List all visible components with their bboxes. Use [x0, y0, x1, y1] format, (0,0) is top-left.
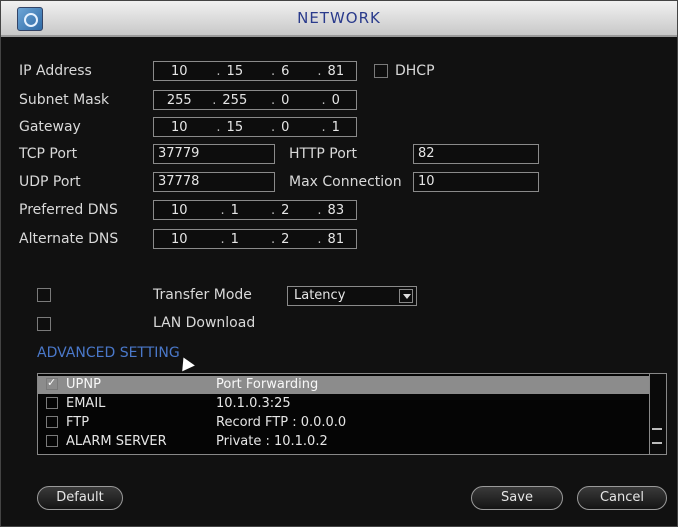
subnet-octet-4[interactable]: 0	[306, 93, 357, 108]
subnet-octet-1[interactable]: 255	[154, 93, 205, 108]
pdns-octet-3[interactable]: 2	[255, 203, 306, 218]
gateway-octet-1[interactable]: 10	[154, 120, 205, 135]
chevron-down-icon[interactable]	[399, 289, 413, 303]
row-value: Private : 10.1.0.2	[216, 434, 328, 449]
tcp-port-field[interactable]: 37779	[153, 144, 275, 164]
row-checkbox[interactable]	[46, 416, 58, 428]
adns-octet-1[interactable]: 10	[154, 232, 205, 247]
gateway-octet-2[interactable]: 15	[205, 120, 256, 135]
list-item[interactable]: UPNP Port Forwarding	[38, 376, 650, 394]
list-item[interactable]: FTP Record FTP : 0.0.0.0	[38, 414, 650, 432]
gateway-octet-3[interactable]: 0	[255, 120, 306, 135]
ip-octet-3[interactable]: 6	[255, 64, 306, 79]
ip-address-label: IP Address	[19, 63, 92, 79]
max-connection-field[interactable]: 10	[413, 172, 539, 192]
udp-port-field[interactable]: 37778	[153, 172, 275, 192]
http-port-label: HTTP Port	[289, 146, 358, 162]
row-checkbox[interactable]	[46, 397, 58, 409]
list-scrollbar[interactable]	[649, 374, 666, 454]
window-title: NETWORK	[297, 9, 381, 27]
adns-octet-3[interactable]: 2	[255, 232, 306, 247]
gateway-label: Gateway	[19, 119, 81, 135]
network-window: NETWORK IP Address 10 15 6 81 DHCP Subne…	[0, 0, 678, 527]
preferred-dns-field[interactable]: 10 1 2 83	[153, 200, 357, 220]
dhcp-label: DHCP	[395, 63, 435, 79]
transfer-mode-select[interactable]: Latency	[287, 286, 417, 306]
ip-octet-1[interactable]: 10	[154, 64, 205, 79]
alternate-dns-field[interactable]: 10 1 2 81	[153, 229, 357, 249]
row-value: Port Forwarding	[216, 377, 319, 392]
row-name: UPNP	[66, 377, 101, 392]
transfer-mode-value: Latency	[294, 288, 346, 303]
subnet-mask-field[interactable]: 255 255 0 0	[153, 90, 357, 110]
ip-address-field[interactable]: 10 15 6 81	[153, 61, 357, 81]
preferred-dns-label: Preferred DNS	[19, 202, 118, 218]
transfer-mode-label: Transfer Mode	[153, 287, 252, 303]
row-name: EMAIL	[66, 396, 106, 411]
ip-octet-2[interactable]: 15	[205, 64, 256, 79]
adns-octet-4[interactable]: 81	[306, 232, 357, 247]
gateway-field[interactable]: 10 15 0 1	[153, 117, 357, 137]
adns-octet-2[interactable]: 1	[205, 232, 256, 247]
cancel-button[interactable]: Cancel	[577, 486, 667, 510]
alternate-dns-label: Alternate DNS	[19, 231, 119, 247]
transfer-mode-checkbox[interactable]	[37, 288, 51, 302]
subnet-mask-label: Subnet Mask	[19, 92, 110, 108]
list-item[interactable]: ALARM SERVER Private : 10.1.0.2	[38, 433, 650, 451]
http-port-field[interactable]: 82	[413, 144, 539, 164]
row-value: 10.1.0.3:25	[216, 396, 291, 411]
lan-download-label: LAN Download	[153, 315, 256, 331]
row-value: Record FTP : 0.0.0.0	[216, 415, 347, 430]
row-name: ALARM SERVER	[66, 434, 167, 449]
mouse-cursor-icon	[177, 354, 195, 372]
pdns-octet-4[interactable]: 83	[306, 203, 357, 218]
save-button[interactable]: Save	[471, 486, 563, 510]
pdns-octet-2[interactable]: 1	[205, 203, 256, 218]
subnet-octet-2[interactable]: 255	[205, 93, 256, 108]
subnet-octet-3[interactable]: 0	[255, 93, 306, 108]
advanced-list: UPNP Port Forwarding EMAIL 10.1.0.3:25 F…	[37, 373, 667, 455]
tcp-port-label: TCP Port	[19, 146, 78, 162]
dhcp-checkbox[interactable]	[374, 64, 388, 78]
row-checkbox[interactable]	[46, 376, 58, 390]
max-connection-label: Max Connection	[289, 174, 402, 190]
pdns-octet-1[interactable]: 10	[154, 203, 205, 218]
udp-port-label: UDP Port	[19, 174, 81, 190]
advanced-setting-title: ADVANCED SETTING	[37, 345, 180, 361]
row-checkbox[interactable]	[46, 435, 58, 447]
titlebar: NETWORK	[1, 1, 677, 37]
ip-octet-4[interactable]: 81	[306, 64, 357, 79]
list-item[interactable]: EMAIL 10.1.0.3:25	[38, 395, 650, 413]
default-button[interactable]: Default	[37, 486, 123, 510]
gateway-octet-4[interactable]: 1	[306, 120, 357, 135]
lan-download-checkbox[interactable]	[37, 317, 51, 331]
scroll-thumb[interactable]	[652, 428, 662, 444]
row-name: FTP	[66, 415, 90, 430]
